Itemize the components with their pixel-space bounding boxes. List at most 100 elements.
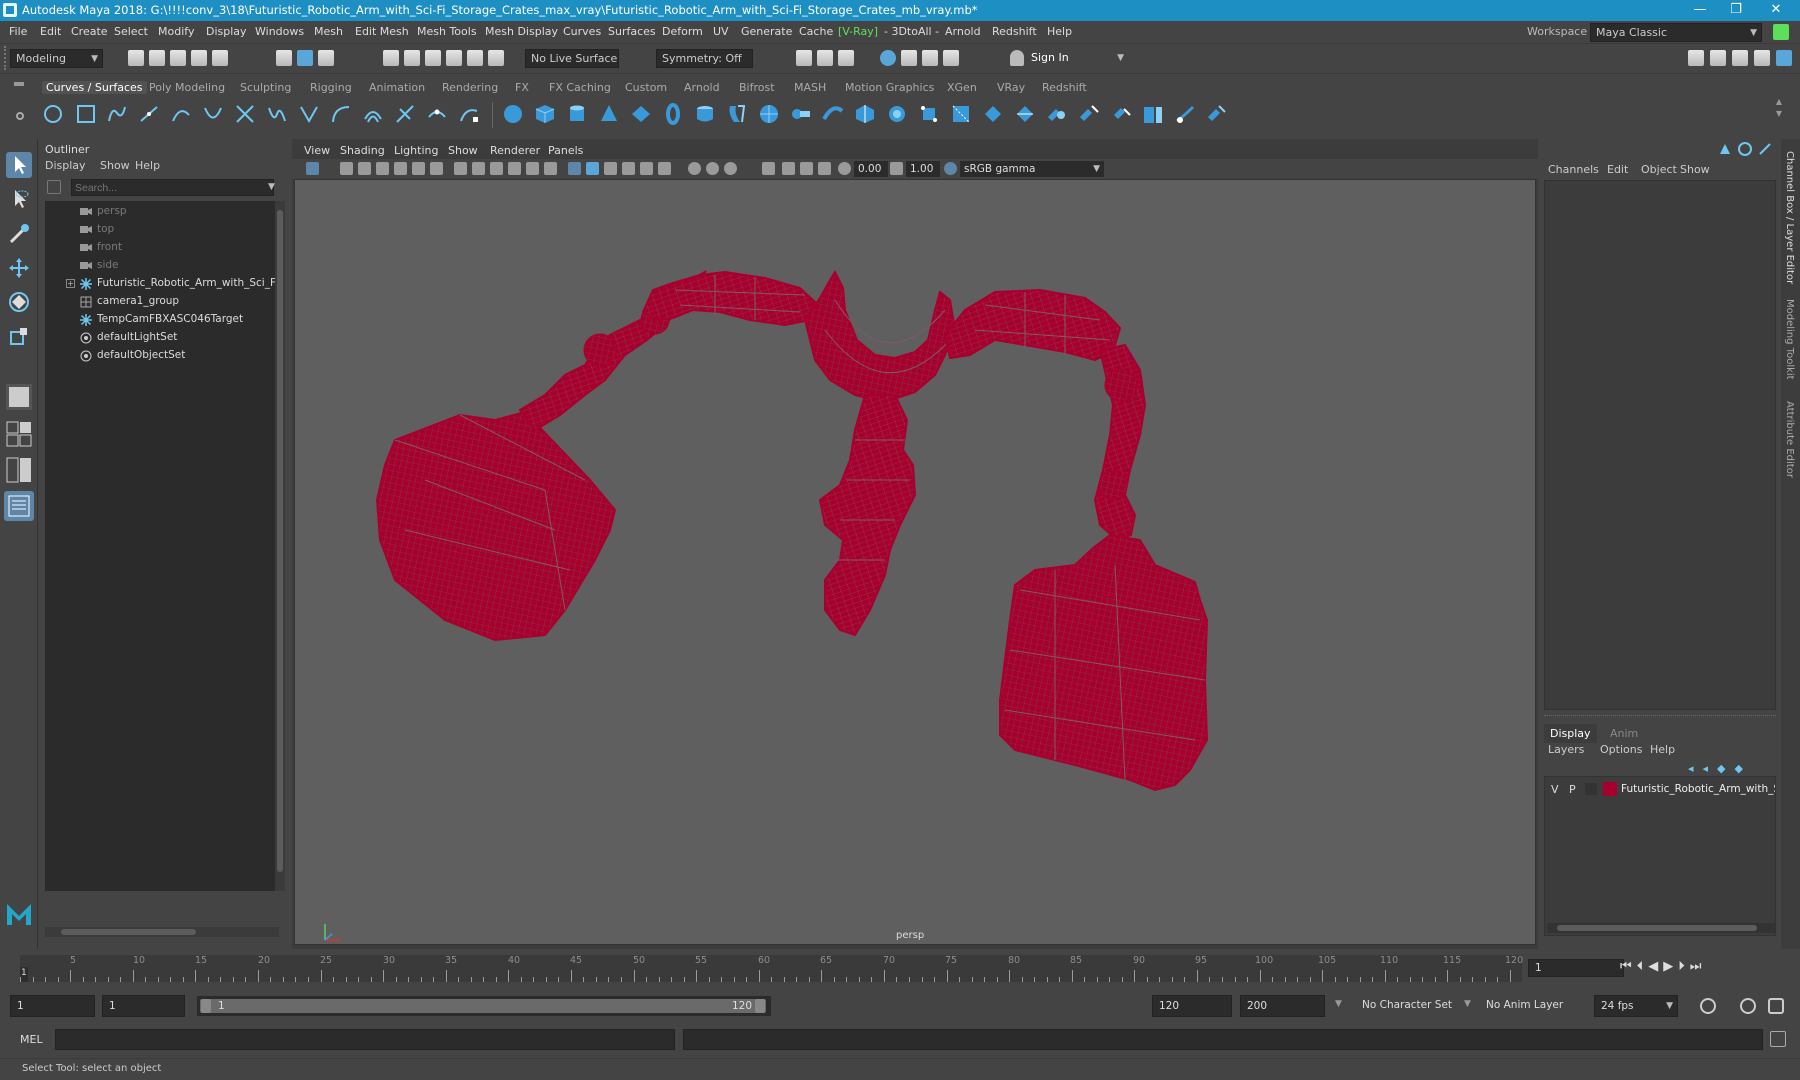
menu-select[interactable]: Select <box>114 25 148 38</box>
paint-select-tool-icon[interactable] <box>6 221 32 247</box>
render-frame-icon[interactable] <box>796 50 812 66</box>
pencil-curve-icon[interactable] <box>170 103 192 125</box>
isolate-select-icon[interactable] <box>762 162 775 175</box>
shelf-tab-sculpting[interactable]: Sculpting <box>240 81 291 94</box>
select-camera-icon[interactable] <box>306 162 319 175</box>
mode-dropdown[interactable]: Modeling ▼ <box>10 49 103 68</box>
channels-menu-object[interactable]: Object <box>1641 163 1677 176</box>
loft-icon[interactable] <box>726 103 748 125</box>
shelf-menu-icon[interactable] <box>14 82 24 86</box>
pause-render-icon[interactable] <box>943 50 959 66</box>
minimize-button[interactable]: — <box>1680 0 1720 21</box>
menu-mesh[interactable]: Mesh <box>314 25 343 38</box>
menu-mesh-tools[interactable]: Mesh Tools <box>417 25 477 38</box>
channel-box-icon[interactable] <box>1776 50 1792 66</box>
range-start-handle[interactable] <box>201 999 211 1013</box>
outliner-item-camera1-group[interactable]: camera1_group <box>45 293 279 311</box>
nurbs-cylinder-icon[interactable] <box>566 103 588 125</box>
channels-menu-show[interactable]: Show <box>1680 163 1710 176</box>
outliner-menu-help[interactable]: Help <box>135 159 160 172</box>
expand-icon[interactable]: + <box>66 279 75 288</box>
grease-pencil-icon[interactable] <box>412 162 425 175</box>
scene-end-field[interactable]: 200 <box>1240 995 1325 1017</box>
range-slider-track[interactable]: 1 120 <box>197 996 771 1016</box>
menu-arnold[interactable]: Arnold <box>945 25 981 38</box>
trim-tool-icon[interactable] <box>950 103 972 125</box>
gamma-icon[interactable] <box>890 162 903 175</box>
ambient-occlusion-icon[interactable] <box>688 162 701 175</box>
side-tab-attribute-editor[interactable]: Attribute Editor <box>1784 401 1795 478</box>
layer-type-toggle[interactable] <box>1585 783 1597 795</box>
command-input[interactable] <box>55 1029 675 1050</box>
channels-menu-channels[interactable]: Channels <box>1548 163 1599 176</box>
side-tab-modeling-toolkit[interactable]: Modeling Toolkit <box>1784 299 1795 380</box>
gamma-field[interactable]: 1.00 <box>906 161 940 177</box>
outliner-menu-show[interactable]: Show <box>100 159 130 172</box>
snap-surface-icon[interactable] <box>467 50 483 66</box>
outliner-item-tempcam-target[interactable]: TempCamFBXASC046Target <box>45 311 279 329</box>
render-view-icon[interactable] <box>838 50 854 66</box>
shelf-tab-custom[interactable]: Custom <box>625 81 667 94</box>
script-language-toggle[interactable]: MEL <box>20 1033 43 1046</box>
panel-splitter[interactable] <box>1544 715 1776 719</box>
resolution-gate-icon[interactable] <box>472 162 485 175</box>
shelf-tab-mash[interactable]: MASH <box>794 81 826 94</box>
outliner-item-default-light-set[interactable]: defaultLightSet <box>45 329 279 347</box>
playback-controls[interactable]: ⏮⏴◀▶⏵⏭ <box>1620 959 1790 977</box>
shelf-tab-animation[interactable]: Animation <box>369 81 425 94</box>
smooth-shade-icon[interactable] <box>586 162 599 175</box>
2d-pan-zoom-icon[interactable] <box>394 162 407 175</box>
insert-knot-icon[interactable] <box>298 103 320 125</box>
viewport-menu-lighting[interactable]: Lighting <box>394 144 438 157</box>
channels-menu-edit[interactable]: Edit <box>1607 163 1628 176</box>
xray-active-icon[interactable] <box>800 162 813 175</box>
move-tool-icon[interactable] <box>6 255 32 281</box>
shelf-tab-bifrost[interactable]: Bifrost <box>739 81 775 94</box>
channel-box-area[interactable] <box>1544 180 1776 710</box>
extend-curve-icon[interactable] <box>330 103 352 125</box>
bevel-plus-icon[interactable] <box>854 103 876 125</box>
menu-cache[interactable]: Cache <box>799 25 833 38</box>
shelf-scroll-arrows[interactable]: ▲ ▼ <box>1774 96 1784 134</box>
modeling-toolkit-icon[interactable] <box>1688 50 1704 66</box>
time-slider[interactable]: 1 5 10 15 20 25 30 35 40 45 50 55 60 65 … <box>0 952 1800 985</box>
curve-editing-icon[interactable] <box>458 103 480 125</box>
attach-surfaces-icon[interactable] <box>1046 103 1068 125</box>
menu-generate[interactable]: Generate <box>741 25 792 38</box>
show-manipulator-icon[interactable] <box>6 384 32 410</box>
open-scene-icon[interactable] <box>149 50 165 66</box>
attribute-icon[interactable] <box>1738 142 1752 156</box>
menu-edit-mesh[interactable]: Edit Mesh <box>355 25 409 38</box>
shelf-tab-rigging[interactable]: Rigging <box>310 81 352 94</box>
playback-start-field[interactable]: 1 <box>102 995 185 1017</box>
shelf-tab-arnold[interactable]: Arnold <box>684 81 720 94</box>
menu-create[interactable]: Create <box>71 25 108 38</box>
shelf-tab-rendering[interactable]: Rendering <box>442 81 498 94</box>
select-hierarchy-icon[interactable] <box>276 50 292 66</box>
layer-row[interactable]: V P Futuristic_Robotic_Arm_with_Sc <box>1545 781 1775 799</box>
shelf-tab-curves-surfaces[interactable]: Curves / Surfaces <box>42 81 147 94</box>
maximize-button[interactable]: ❐ <box>1716 0 1756 21</box>
chevron-down-icon[interactable]: ▼ <box>1464 999 1471 1009</box>
range-end-handle[interactable] <box>755 999 765 1013</box>
live-surface-field[interactable]: No Live Surface <box>525 49 619 68</box>
revolve-icon[interactable] <box>694 103 716 125</box>
outliner-item-robotic-arm[interactable]: + Futuristic_Robotic_Arm_with_Sci_Fi_S <box>45 275 279 293</box>
undo-icon[interactable] <box>191 50 207 66</box>
shelf-tab-fx[interactable]: FX <box>515 81 529 94</box>
planar-icon[interactable] <box>758 103 780 125</box>
anim-prefs-icon[interactable] <box>1768 998 1784 1014</box>
attribute-editor-icon[interactable] <box>1732 50 1748 66</box>
textured-icon[interactable] <box>622 162 635 175</box>
image-plane-icon[interactable] <box>376 162 389 175</box>
sculpt-surfaces-icon[interactable] <box>1174 103 1196 125</box>
menu-edit[interactable]: Edit <box>40 25 61 38</box>
birail-icon[interactable] <box>822 103 844 125</box>
gear-icon[interactable] <box>16 112 24 120</box>
outliner-item-side[interactable]: side <box>45 257 279 275</box>
auto-key-icon[interactable] <box>1740 998 1756 1014</box>
viewport-canvas[interactable]: persp <box>294 179 1536 945</box>
shelf-tab-fx-caching[interactable]: FX Caching <box>549 81 611 94</box>
single-perspective-layout-icon[interactable] <box>6 421 32 447</box>
intersect-surfaces-icon[interactable] <box>1014 103 1036 125</box>
